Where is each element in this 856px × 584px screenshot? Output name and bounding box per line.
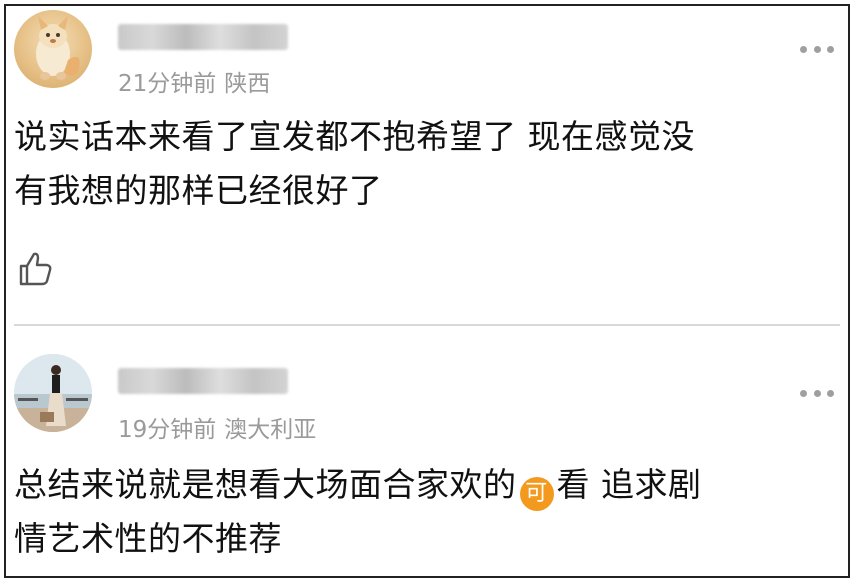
comment-text-segment: 总结来说就是想看大场面合家欢的 (14, 465, 517, 504)
comment-location: 陕西 (224, 71, 271, 97)
comment-text-line: 情艺术性的不推荐 (14, 519, 282, 558)
comment-item: 19分钟前 澳大利亚 总结来说就是想看大场面合家欢的可看 追求剧 情艺术性的不推荐 (6, 326, 848, 576)
user-avatar[interactable] (14, 354, 92, 432)
more-dots-icon[interactable] (800, 388, 834, 398)
comment-location: 澳大利亚 (224, 417, 317, 443)
comment-text-line: 有我想的那样已经很好了 (14, 171, 383, 210)
user-avatar[interactable] (14, 10, 92, 88)
fox-avatar-icon (36, 16, 80, 80)
username-blurred[interactable] (118, 368, 288, 394)
comment-time: 19分钟前 (118, 417, 217, 443)
username-blurred[interactable] (118, 24, 288, 50)
person-photo-avatar-icon (14, 354, 92, 432)
comment-text-segment: 看 追求剧 (556, 465, 702, 504)
thumbs-up-icon[interactable] (16, 250, 54, 288)
comment-text-line: 总结来说就是想看大场面合家欢的可看 追求剧 (14, 458, 836, 512)
ke-emoji-icon: 可 (519, 477, 554, 511)
comment-list: 21分钟前 陕西 说实话本来看了宣发都不抱希望了 现在感觉没 有我想的那样已经很好… (4, 4, 850, 578)
comment-meta: 19分钟前 澳大利亚 (118, 410, 316, 444)
more-dots-icon[interactable] (800, 44, 834, 54)
comment-text: 说实话本来看了宣发都不抱希望了 现在感觉没 有我想的那样已经很好了 (14, 110, 836, 218)
comment-text-line: 说实话本来看了宣发都不抱希望了 现在感觉没 (14, 117, 695, 156)
comment-time: 21分钟前 (118, 71, 217, 97)
comment-item: 21分钟前 陕西 说实话本来看了宣发都不抱希望了 现在感觉没 有我想的那样已经很好… (6, 6, 848, 324)
comment-text: 总结来说就是想看大场面合家欢的可看 追求剧 情艺术性的不推荐 (14, 458, 836, 566)
comment-meta: 21分钟前 陕西 (118, 64, 270, 98)
